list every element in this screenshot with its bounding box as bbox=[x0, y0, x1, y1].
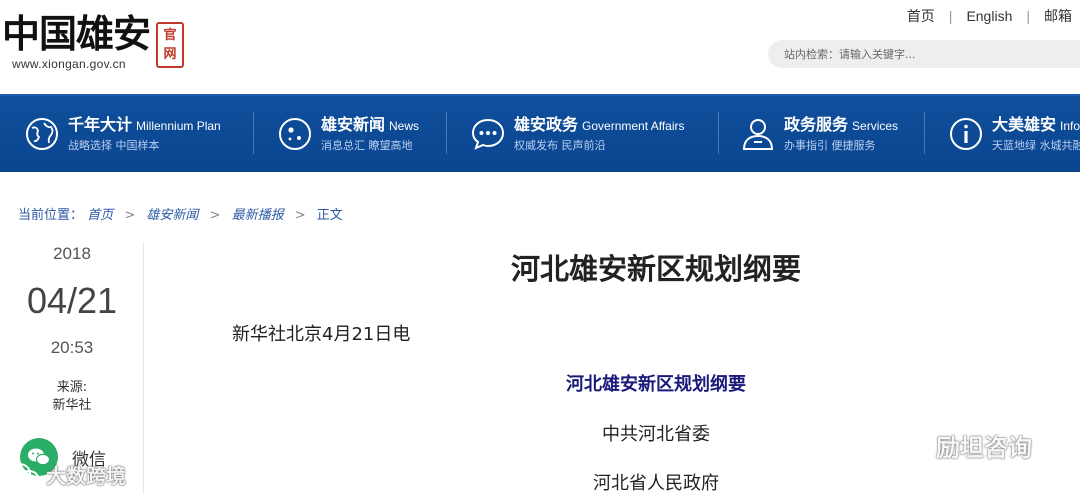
nav-subtitle: 权威发布 民声前沿 bbox=[514, 138, 606, 152]
top-link-separator: | bbox=[948, 8, 953, 24]
watermark-left: 大数跨境 bbox=[6, 460, 126, 489]
article-lead: 新华社北京4月21日电 bbox=[232, 324, 411, 345]
nav-title: 政务服务 bbox=[784, 114, 849, 134]
breadcrumb-latest[interactable]: 最新播报 bbox=[232, 208, 284, 223]
nav-title-en: News bbox=[389, 118, 420, 133]
nav-title: 雄安新闻 bbox=[321, 114, 386, 134]
nav-subtitle: 战略选择 中国样本 bbox=[68, 138, 160, 152]
nav-title-en: Millennium Plan bbox=[136, 118, 221, 133]
nav-subtitle: 办事指引 便捷服务 bbox=[784, 138, 876, 152]
article-subtitle: 河北雄安新区规划纲要 bbox=[566, 374, 746, 395]
nav-subtitle: 消息总汇 瞭望高地 bbox=[321, 138, 413, 152]
publish-time: 20:53 bbox=[50, 338, 94, 357]
nav-item-government-affairs[interactable]: 雄安政务 Government Affairs 权威发布 民声前沿 bbox=[446, 96, 718, 172]
wechat-watermark-icon bbox=[7, 462, 39, 486]
nav-item-services[interactable]: 政务服务 Services 办事指引 便捷服务 bbox=[718, 96, 924, 172]
watermark-right-text: 励坦咨询 bbox=[936, 434, 1032, 462]
article-issuer-line: 中共河北省委 bbox=[602, 424, 710, 445]
nav-title: 雄安政务 bbox=[514, 114, 579, 134]
top-link-separator: | bbox=[1026, 8, 1030, 24]
top-links: 首页 | English | 邮箱 bbox=[907, 6, 1072, 26]
publish-date: 04/21 bbox=[26, 280, 118, 321]
site-logo[interactable]: 中国雄安 官网 www.xiongan.gov.cn bbox=[2, 10, 202, 74]
breadcrumb-current: 正文 bbox=[316, 208, 343, 223]
main-nav: 千年大计 Millennium Plan 战略选择 中国样本 雄安新闻 News 消… bbox=[0, 94, 1080, 172]
globe-icon bbox=[26, 118, 58, 150]
info-icon bbox=[950, 118, 982, 150]
logo-title: 中国雄安 bbox=[2, 11, 151, 56]
article-issuer-line: 河北省人民政府 bbox=[593, 473, 719, 494]
top-link-english[interactable]: English bbox=[966, 8, 1012, 24]
breadcrumb-separator: > bbox=[209, 208, 221, 223]
publish-year: 2018 bbox=[53, 244, 91, 263]
article-title: 河北雄安新区规划纲要 bbox=[510, 252, 801, 286]
watermark-right: 励坦咨询 bbox=[892, 428, 1032, 463]
watermark-left-text: 大数跨境 bbox=[46, 464, 126, 488]
nav-subtitle: 天蓝地绿 水城共融 bbox=[992, 138, 1080, 152]
site-header: 中国雄安 官网 www.xiongan.gov.cn 首页 | English … bbox=[0, 0, 1080, 94]
article-meta: 2018 04/21 20:53 来源: 新华社 微信 bbox=[0, 242, 144, 494]
breadcrumb-label: 当前位置： bbox=[18, 208, 84, 223]
search-input[interactable] bbox=[784, 40, 1074, 68]
nav-title-en: Services bbox=[852, 118, 899, 133]
search-box bbox=[768, 40, 1080, 68]
breadcrumb-news[interactable]: 雄安新闻 bbox=[146, 208, 198, 223]
breadcrumb: 当前位置： 首页 > 雄安新闻 > 最新播报 > 正文 bbox=[18, 204, 343, 223]
nav-title: 大美雄安 bbox=[992, 114, 1057, 134]
nav-item-millennium-plan[interactable]: 千年大计 Millennium Plan 战略选择 中国样本 bbox=[0, 96, 253, 172]
nav-title-en: Info bbox=[1060, 118, 1080, 133]
logo-url: www.xiongan.gov.cn bbox=[12, 57, 126, 71]
wechat-watermark-icon bbox=[892, 431, 930, 458]
nav-item-news[interactable]: 雄安新闻 News 消息总汇 瞭望高地 bbox=[253, 96, 446, 172]
logo-seal: 官网 bbox=[156, 22, 184, 68]
breadcrumb-separator: > bbox=[124, 208, 136, 223]
news-icon bbox=[279, 118, 311, 150]
chat-icon bbox=[471, 118, 505, 150]
source-label: 来源: bbox=[56, 380, 88, 395]
nav-title: 千年大计 bbox=[68, 114, 133, 134]
person-icon bbox=[742, 119, 774, 150]
top-link-mail[interactable]: 邮箱 bbox=[1044, 6, 1072, 26]
nav-item-beautiful-xiongan[interactable]: 大美雄安 Info 天蓝地绿 水城共融 bbox=[924, 96, 1080, 172]
top-link-home[interactable]: 首页 bbox=[907, 6, 935, 26]
breadcrumb-home[interactable]: 首页 bbox=[87, 208, 113, 223]
breadcrumb-separator: > bbox=[294, 208, 306, 223]
nav-title-en: Government Affairs bbox=[582, 118, 685, 133]
source-value: 新华社 bbox=[52, 398, 92, 413]
